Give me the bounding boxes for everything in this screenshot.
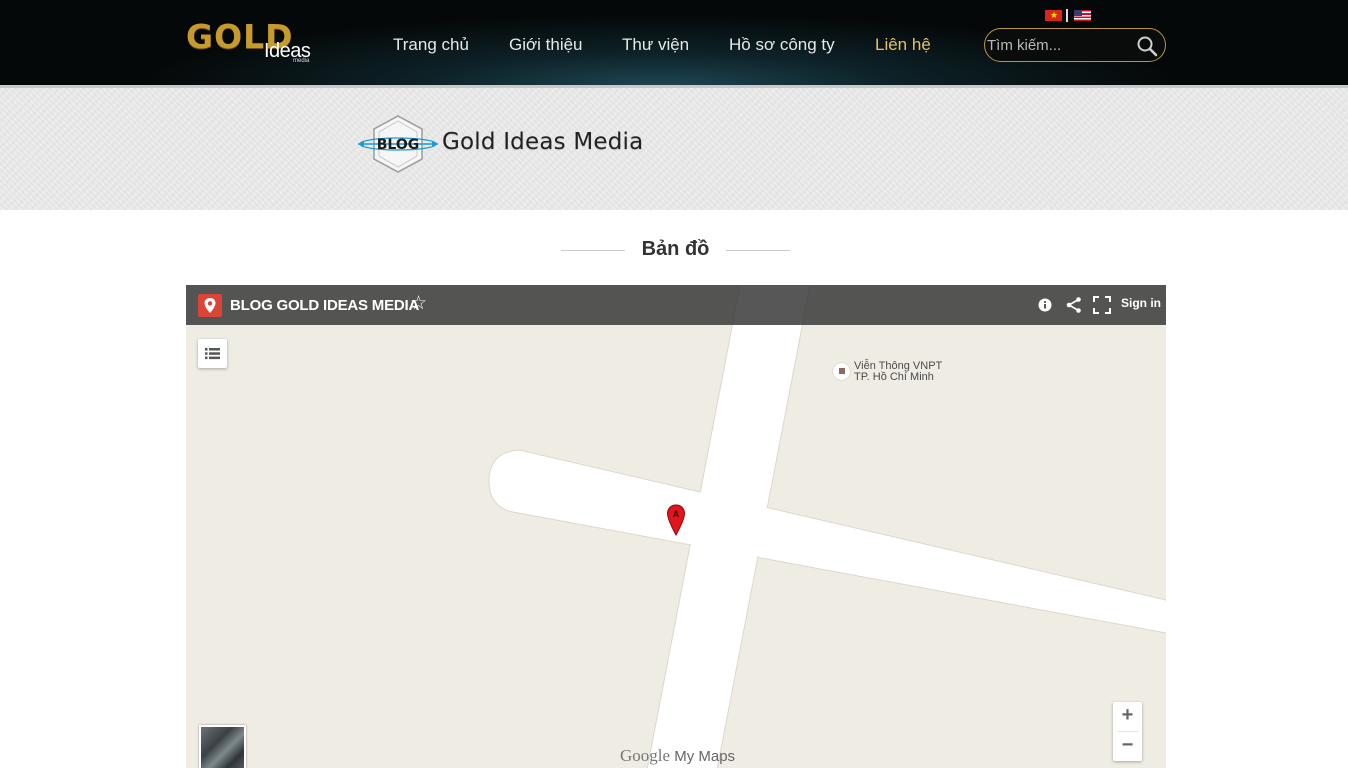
nav-item-home[interactable]: Trang chủ [393,35,469,55]
map-attribution: Google My Maps [620,746,735,766]
banner-title: Gold Ideas Media [442,129,644,155]
search-box [984,28,1166,62]
map-header-bar: BLOG GOLD IDEAS MEDIA ☆ Sign in [186,285,1166,325]
sign-in-link[interactable]: Sign in [1121,296,1161,310]
logo-media-text: media [293,58,310,64]
nav-item-company-profile[interactable]: Hồ sơ công ty [729,35,835,55]
poi-label-line2: TP. Hồ Chí Minh [854,371,934,383]
share-icon[interactable] [1065,296,1083,314]
fullscreen-icon[interactable] [1093,296,1111,314]
info-icon[interactable] [1036,296,1054,314]
street-view-thumbnail[interactable] [199,725,246,768]
blog-badge-logo: BLOG [358,115,438,173]
map-marker-label: A [673,509,680,519]
gold-ideas-logo[interactable]: GOLD Ideas media [186,17,320,67]
usa-flag-icon[interactable] [1074,10,1091,21]
vietnam-flag-icon[interactable]: ★ [1045,10,1062,21]
map-marker-icon[interactable]: A [666,504,686,536]
map-legend-button[interactable] [198,339,227,368]
search-input[interactable] [987,35,1127,55]
star-icon[interactable]: ☆ [410,293,427,315]
site-header: GOLD Ideas media Trang chủ Giới thiệu Th… [0,0,1348,88]
nav-item-contact[interactable]: Liên hệ [875,35,931,55]
heading-divider-right [726,250,790,251]
page-banner [0,88,1348,210]
poi-icon [833,363,850,380]
blog-badge-text: BLOG [377,137,420,153]
location-pin-icon [198,294,222,317]
section-heading: Bản đồ [561,238,790,262]
nav-item-library[interactable]: Thư viện [622,35,689,55]
my-maps-label: My Maps [674,748,736,765]
zoom-in-button[interactable]: + [1113,702,1142,731]
search-icon[interactable] [1135,34,1159,58]
embedded-map[interactable]: BLOG GOLD IDEAS MEDIA ☆ Sign in Viễn Thô… [186,285,1166,768]
google-wordmark: Google [620,746,671,765]
zoom-out-button[interactable]: − [1113,732,1142,761]
poi-label: Viễn Thông VNPT TP. Hồ Chí Minh [854,361,974,383]
map-title[interactable]: BLOG GOLD IDEAS MEDIA [230,297,419,314]
flag-divider [1066,9,1068,22]
zoom-controls: + − [1113,702,1142,761]
list-icon [205,348,220,360]
nav-item-about[interactable]: Giới thiệu [509,35,583,55]
